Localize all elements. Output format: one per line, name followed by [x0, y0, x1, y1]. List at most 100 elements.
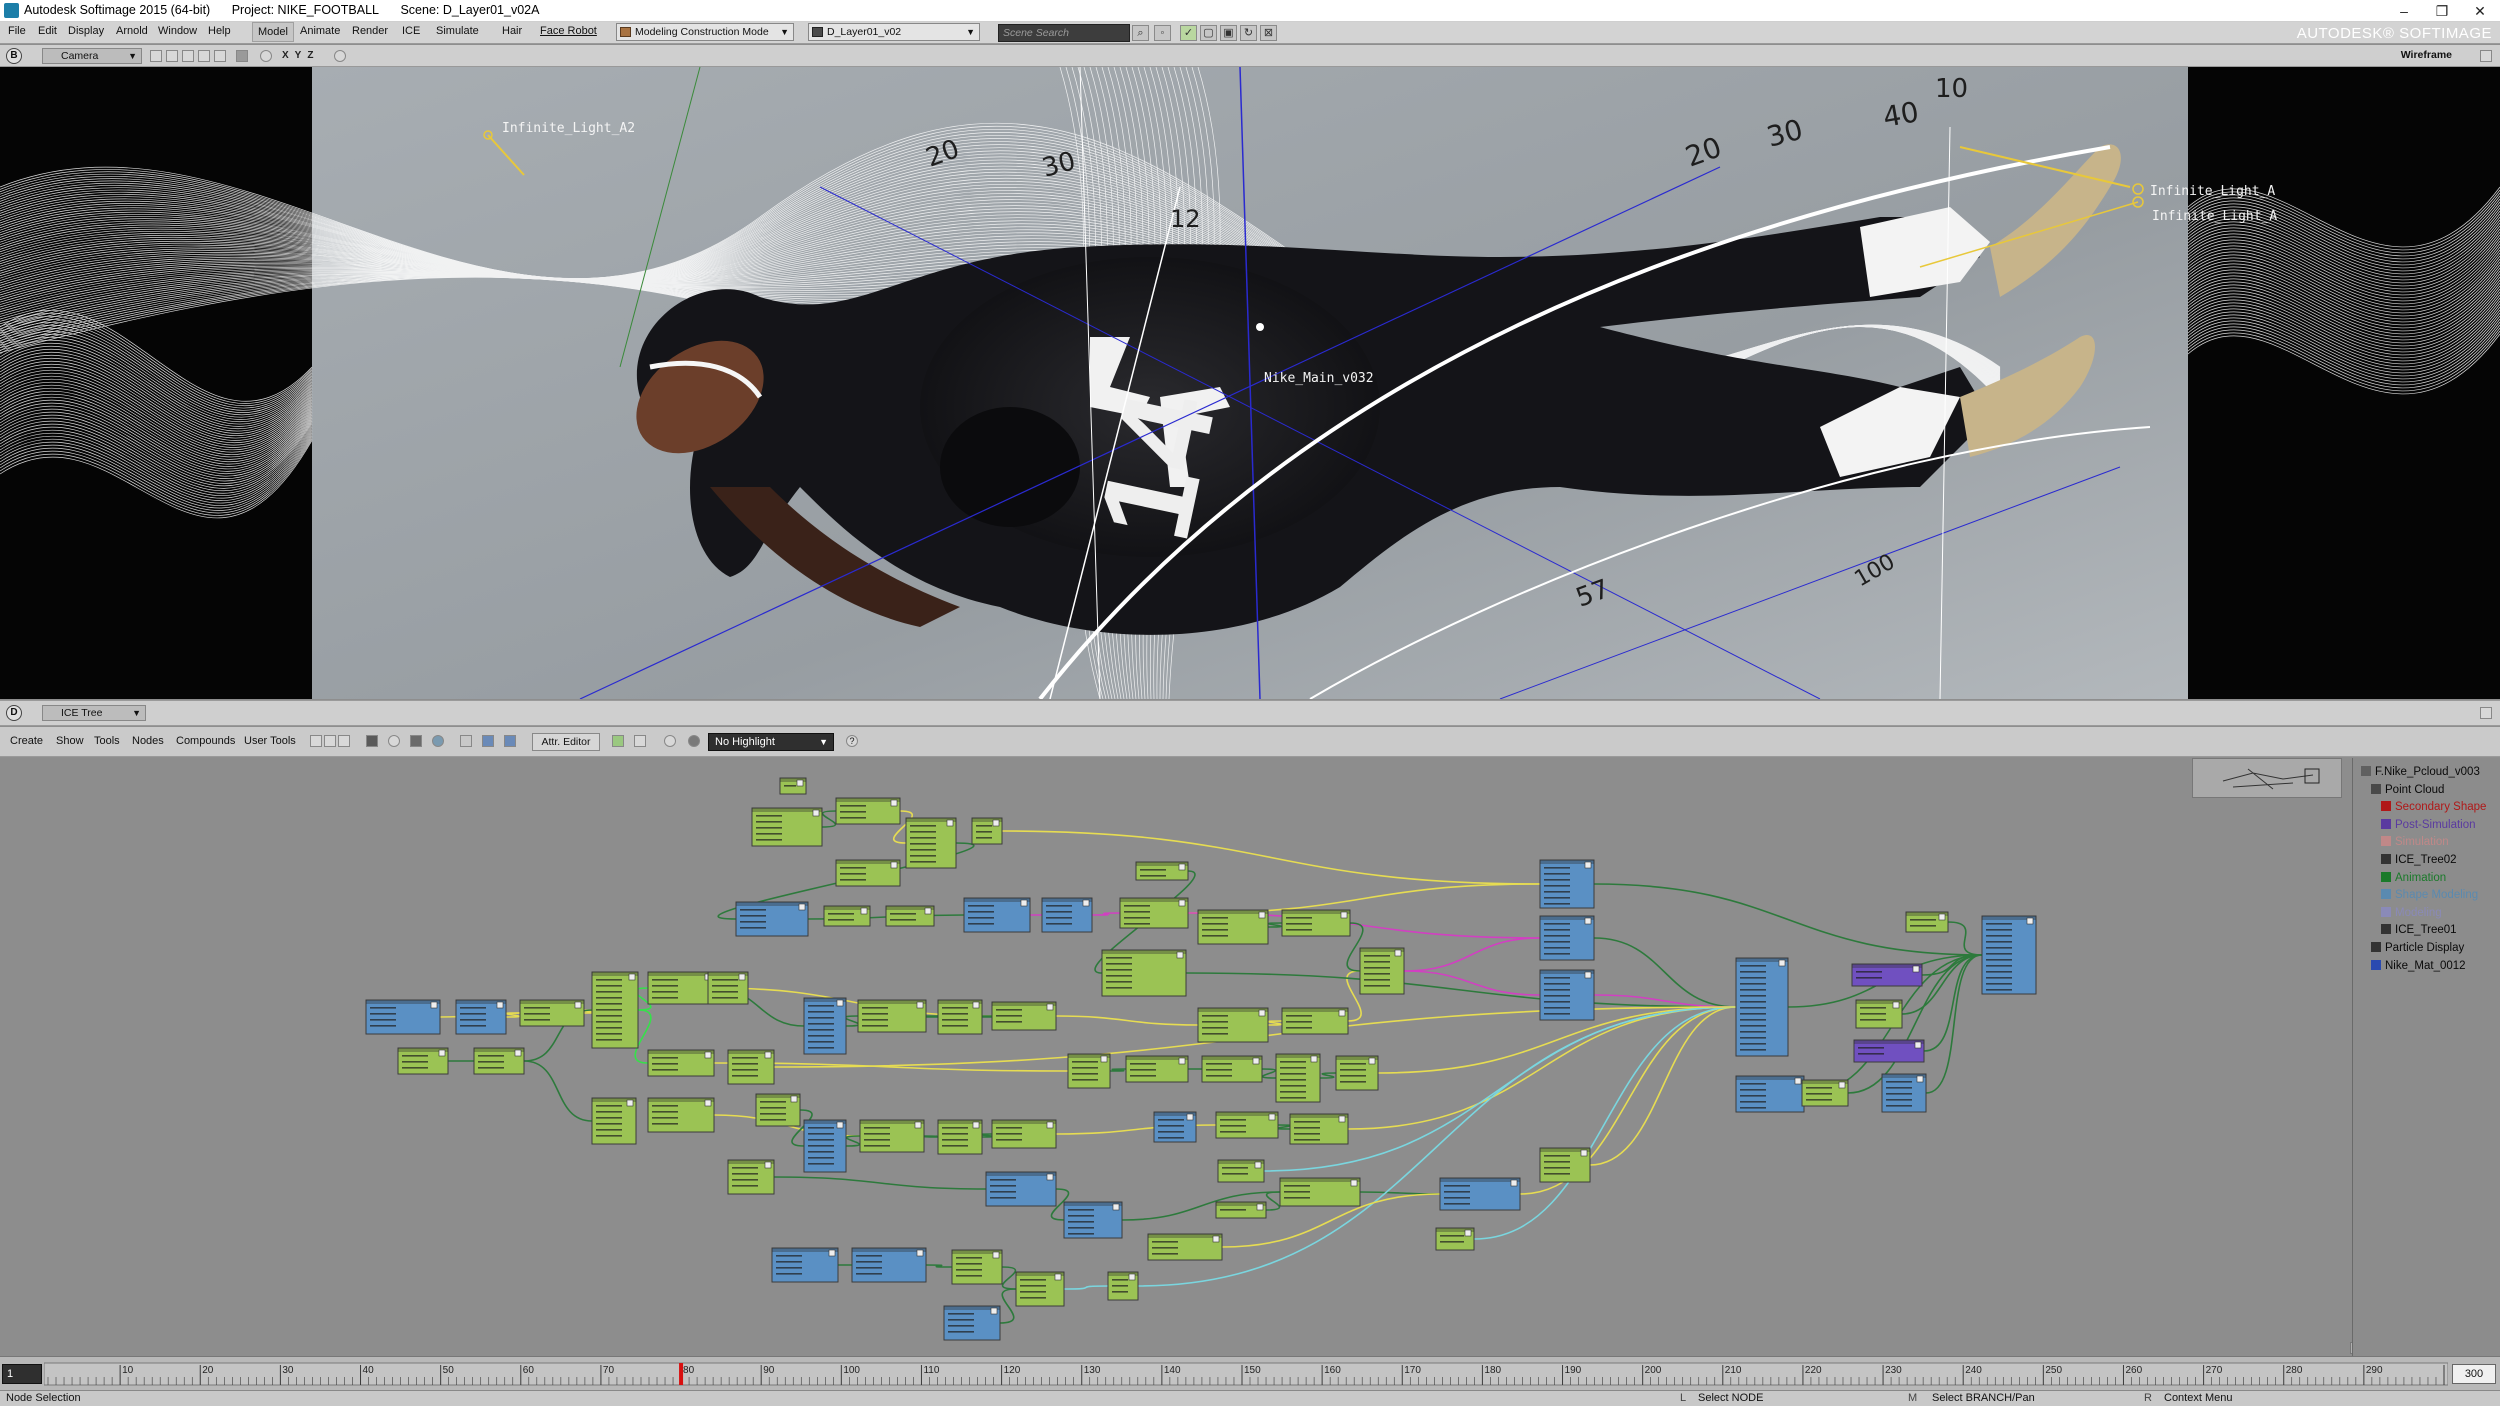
- object-label-main[interactable]: Nike_Main_v032: [1264, 371, 1374, 386]
- menu-window[interactable]: Window: [158, 25, 197, 37]
- node-menu-icon[interactable]: [764, 1161, 772, 1169]
- preview-icon[interactable]: ▣: [1220, 25, 1237, 41]
- ice-node[interactable]: [751, 807, 823, 847]
- explorer-item[interactable]: Animation: [2381, 871, 2446, 884]
- ice-node[interactable]: [1539, 1147, 1591, 1183]
- panel-letter-d[interactable]: D: [6, 705, 22, 721]
- ice-node[interactable]: [591, 1097, 637, 1145]
- snap-icon[interactable]: ✓: [1180, 25, 1197, 41]
- node-menu-icon[interactable]: [916, 1249, 924, 1257]
- ice-node[interactable]: [1063, 1201, 1123, 1239]
- node-menu-icon[interactable]: [1054, 1273, 1062, 1281]
- node-menu-icon[interactable]: [1128, 1273, 1136, 1281]
- node-menu-icon[interactable]: [992, 819, 1000, 827]
- ice-node[interactable]: [1539, 859, 1595, 909]
- ice-node-body[interactable]: [647, 971, 715, 1005]
- menu-hair[interactable]: Hair: [502, 25, 522, 37]
- ice-node[interactable]: [1905, 911, 1949, 933]
- node-menu-icon[interactable]: [1112, 1203, 1120, 1211]
- help-icon[interactable]: ?: [846, 735, 858, 747]
- node-menu-icon[interactable]: [836, 1121, 844, 1129]
- maximize-icon[interactable]: ❐: [2424, 2, 2460, 20]
- ice-node-body[interactable]: [857, 999, 927, 1033]
- ice-node-body[interactable]: [1439, 1177, 1521, 1211]
- view-option-2[interactable]: [166, 50, 178, 62]
- ice-node[interactable]: [727, 1159, 775, 1195]
- camera-visibility-icon[interactable]: [236, 50, 248, 62]
- ice-node[interactable]: [1125, 1055, 1189, 1083]
- ice-node[interactable]: [1201, 1055, 1263, 1083]
- node-menu-icon[interactable]: [1584, 917, 1592, 925]
- node-menu-icon[interactable]: [798, 903, 806, 911]
- menu-simulate[interactable]: Simulate: [436, 25, 479, 37]
- ice-node[interactable]: [963, 897, 1031, 933]
- ice-node[interactable]: [851, 1247, 927, 1283]
- ice-node[interactable]: [803, 997, 847, 1055]
- node-menu-icon[interactable]: [890, 799, 898, 807]
- explorer-item[interactable]: ICE_Tree01: [2381, 924, 2457, 936]
- ice-node[interactable]: [823, 905, 871, 927]
- ice-node[interactable]: [1147, 1233, 1223, 1261]
- ice-node[interactable]: [727, 1049, 775, 1085]
- arrow-left-icon[interactable]: [482, 735, 494, 747]
- timeline-start-field[interactable]: 1: [2, 1364, 42, 1384]
- node-menu-icon[interactable]: [1838, 1081, 1846, 1089]
- ice-node[interactable]: [971, 817, 1003, 845]
- node-menu-icon[interactable]: [1464, 1229, 1472, 1237]
- 3d-viewport[interactable]: 14 20 30 12 20 30 40 10 57 100 Infinite_…: [0, 67, 2500, 699]
- node-menu-icon[interactable]: [1510, 1179, 1518, 1187]
- check-icon[interactable]: [612, 735, 624, 747]
- viewport-letter-b[interactable]: B: [6, 48, 22, 64]
- ice-node[interactable]: [1275, 1053, 1321, 1103]
- lock-icon[interactable]: ⊠: [1260, 25, 1277, 41]
- ice-node[interactable]: [771, 1247, 839, 1283]
- ice-node[interactable]: [1735, 1075, 1805, 1113]
- node-menu-icon[interactable]: [972, 1121, 980, 1129]
- arrow-right-icon[interactable]: [504, 735, 516, 747]
- settings-icon[interactable]: [664, 735, 676, 747]
- ice-node[interactable]: [455, 999, 507, 1035]
- node-menu-icon[interactable]: [790, 1095, 798, 1103]
- ice-node[interactable]: [885, 905, 935, 927]
- ice-node[interactable]: [647, 971, 715, 1005]
- ice-node[interactable]: [857, 999, 927, 1033]
- view-option-5[interactable]: [214, 50, 226, 62]
- timeline-end-field[interactable]: 300: [2452, 1364, 2496, 1384]
- ice-node[interactable]: [519, 999, 585, 1027]
- globe-icon[interactable]: [432, 735, 444, 747]
- node-menu-icon[interactable]: [828, 1249, 836, 1257]
- node-menu-icon[interactable]: [914, 1121, 922, 1129]
- ice-node[interactable]: [1215, 1111, 1279, 1139]
- refresh-icon[interactable]: [388, 735, 400, 747]
- ice-node[interactable]: [1981, 915, 2037, 995]
- node-menu-icon[interactable]: [1258, 911, 1266, 919]
- node-menu-icon[interactable]: [2026, 917, 2034, 925]
- back-disabled-icon[interactable]: [460, 735, 472, 747]
- node-menu-icon[interactable]: [1020, 899, 1028, 907]
- ice-node[interactable]: [647, 1049, 715, 1077]
- construction-mode-select[interactable]: Modeling Construction Mode ▼: [616, 23, 794, 41]
- playhead[interactable]: [679, 1363, 684, 1385]
- node-menu-icon[interactable]: [1178, 899, 1186, 907]
- ice-node[interactable]: [1107, 1271, 1139, 1301]
- ice-node[interactable]: [835, 797, 901, 825]
- ice-node-body[interactable]: [771, 1247, 839, 1283]
- ice-menu-tools[interactable]: Tools: [94, 735, 120, 747]
- ice-node-body[interactable]: [985, 1171, 1057, 1207]
- preview-icon[interactable]: [634, 735, 646, 747]
- node-menu-icon[interactable]: [514, 1049, 522, 1057]
- node-graph-minimap[interactable]: [2192, 758, 2342, 798]
- ice-node[interactable]: [779, 777, 807, 795]
- node-menu-icon[interactable]: [1794, 1077, 1802, 1085]
- ice-node[interactable]: [1197, 909, 1269, 945]
- ice-menu-compounds[interactable]: Compounds: [176, 735, 235, 747]
- camera-select[interactable]: Camera ▼: [42, 48, 142, 64]
- node-menu-icon[interactable]: [1268, 1113, 1276, 1121]
- layer-select[interactable]: D_Layer01_v02 ▼: [808, 23, 980, 41]
- node-menu-icon[interactable]: [496, 1001, 504, 1009]
- layout-icon-1[interactable]: [310, 735, 322, 747]
- display-icon[interactable]: [688, 735, 700, 747]
- node-menu-icon[interactable]: [1178, 863, 1186, 871]
- menu-face-robot[interactable]: Face Robot: [540, 25, 597, 37]
- ice-node[interactable]: [1335, 1055, 1379, 1091]
